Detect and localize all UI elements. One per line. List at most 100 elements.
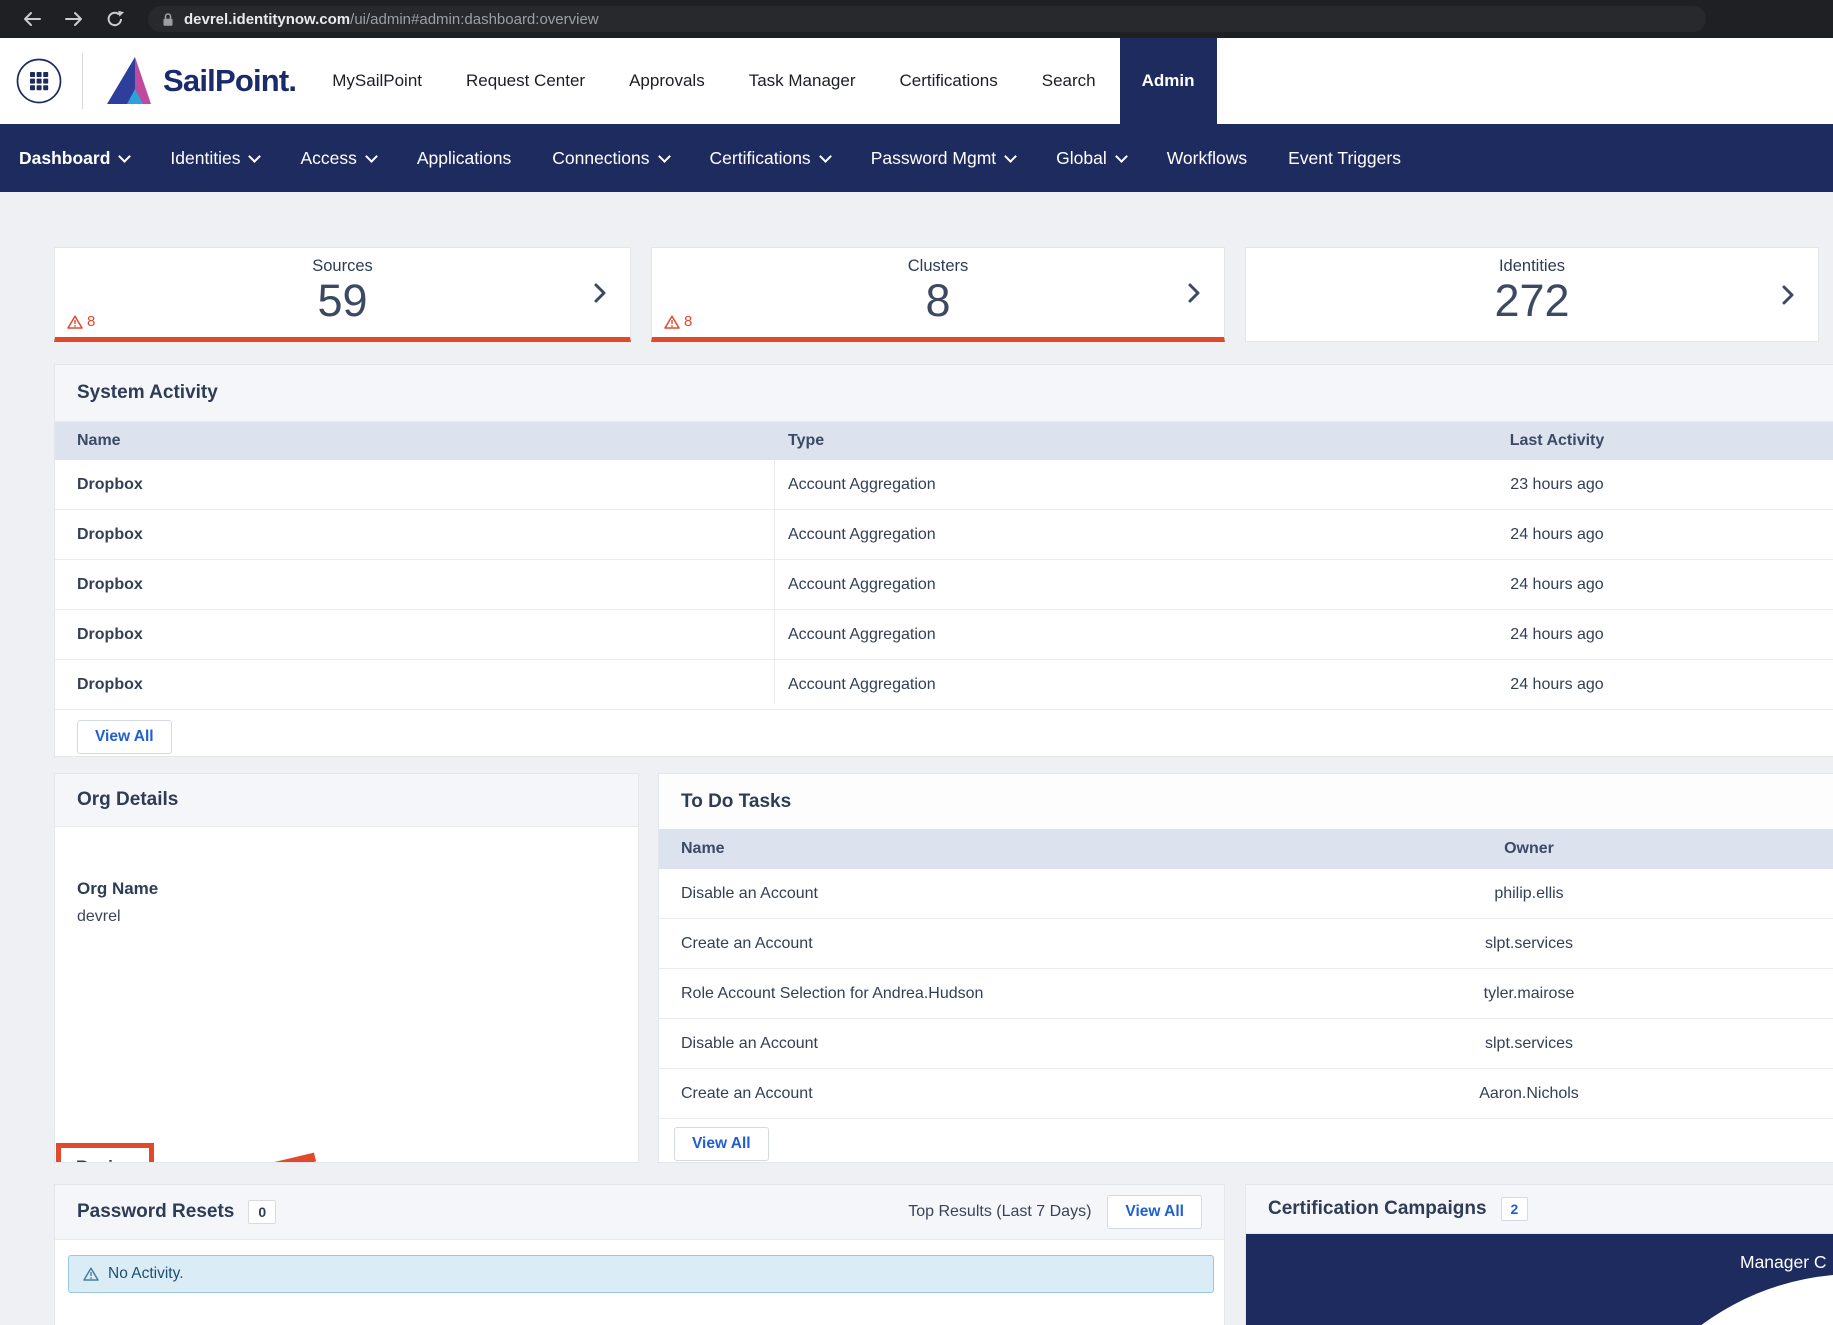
campaign-name-label: Manager C (1740, 1252, 1827, 1273)
alert-triangle-icon (83, 1267, 99, 1281)
browser-reload-button[interactable] (106, 10, 124, 28)
top-nav-item-task-manager[interactable]: Task Manager (749, 71, 856, 91)
stat-card-sources[interactable]: Sources 59 8 (54, 247, 631, 342)
task-owner: philip.ellis (1359, 885, 1699, 903)
back-arrow-icon (22, 11, 42, 27)
subnav-password-mgmt-label: Password Mgmt (871, 148, 996, 169)
todo-tasks-table-header: Name Owner (659, 829, 1833, 869)
warning-triangle-icon (67, 315, 83, 329)
activity-name: Dropbox (77, 526, 143, 544)
browser-forward-button[interactable] (64, 11, 84, 27)
chevron-down-icon (1004, 150, 1017, 163)
certification-campaigns-panel: Certification Campaigns 2 Manager C (1245, 1184, 1833, 1325)
subnav-global-label: Global (1056, 148, 1107, 169)
admin-sub-nav: Dashboard Identities Access Applications… (0, 124, 1833, 192)
screen: devrel.identitynow.com/ui/admin#admin:da… (0, 0, 1833, 1325)
subnav-workflows[interactable]: Workflows (1167, 148, 1247, 169)
task-owner: slpt.services (1359, 1035, 1699, 1053)
subnav-connections[interactable]: Connections (552, 148, 668, 169)
chevron-right-icon (594, 283, 606, 303)
table-row[interactable]: Create an Account slpt.services (659, 919, 1833, 969)
table-row[interactable]: Dropbox Account Aggregation 24 hours ago (55, 510, 1833, 560)
subnav-password-mgmt[interactable]: Password Mgmt (871, 148, 1015, 169)
activity-type: Account Aggregation (788, 676, 936, 694)
table-row[interactable]: Dropbox Account Aggregation 24 hours ago (55, 660, 1833, 710)
browser-back-button[interactable] (22, 11, 42, 27)
task-owner: Aaron.Nichols (1359, 1085, 1699, 1103)
warning-count: 8 (87, 313, 95, 330)
subnav-dashboard[interactable]: Dashboard (19, 148, 129, 169)
certification-campaigns-header: Certification Campaigns 2 (1246, 1185, 1833, 1234)
app-launcher-icon[interactable] (16, 58, 62, 104)
system-activity-footer: View All (55, 710, 1833, 757)
task-owner: slpt.services (1359, 935, 1699, 953)
todo-tasks-view-all-button[interactable]: View All (674, 1127, 769, 1161)
subnav-identities[interactable]: Identities (170, 148, 259, 169)
table-row[interactable]: Disable an Account slpt.services (659, 1019, 1833, 1069)
no-activity-text: No Activity. (108, 1265, 184, 1283)
subnav-workflows-label: Workflows (1167, 148, 1247, 169)
nav-divider (82, 53, 83, 109)
region-highlight-box: Region us-east-1 (56, 1143, 154, 1163)
browser-bar: devrel.identitynow.com/ui/admin#admin:da… (0, 0, 1833, 38)
stat-card-identities[interactable]: Identities 272 (1245, 247, 1819, 342)
table-row[interactable]: Create an Account Aaron.Nichols (659, 1069, 1833, 1119)
subnav-global[interactable]: Global (1056, 148, 1126, 169)
table-row[interactable]: Dropbox Account Aggregation 23 hours ago (55, 460, 1833, 510)
password-resets-header: Password Resets 0 Top Results (Last 7 Da… (55, 1185, 1224, 1240)
column-divider (774, 459, 775, 704)
sailpoint-logo[interactable]: SailPoint. (103, 56, 296, 106)
activity-last: 24 hours ago (1397, 676, 1717, 694)
activity-last: 24 hours ago (1397, 626, 1717, 644)
chevron-down-icon (819, 150, 832, 163)
top-nav-item-search[interactable]: Search (1042, 71, 1096, 91)
subnav-connections-label: Connections (552, 148, 649, 169)
activity-last: 24 hours ago (1397, 526, 1717, 544)
stat-card-clusters[interactable]: Clusters 8 8 (651, 247, 1225, 342)
activity-name: Dropbox (77, 576, 143, 594)
todo-tasks-panel: To Do Tasks Name Owner Disable an Accoun… (658, 773, 1833, 1163)
table-row[interactable]: Role Account Selection for Andrea.Hudson… (659, 969, 1833, 1019)
password-resets-view-all-button[interactable]: View All (1107, 1195, 1202, 1229)
subnav-event-triggers[interactable]: Event Triggers (1288, 148, 1401, 169)
table-row[interactable]: Disable an Account philip.ellis (659, 869, 1833, 919)
stat-card-value: 8 (652, 278, 1224, 323)
top-nav-items: MySailPoint Request Center Approvals Tas… (332, 71, 1095, 91)
top-nav: SailPoint. MySailPoint Request Center Ap… (0, 38, 1833, 124)
stat-card-warning-badge: 8 (664, 313, 692, 330)
stat-card-title: Clusters (652, 257, 1224, 276)
chevron-down-icon (1115, 150, 1128, 163)
no-activity-alert: No Activity. (68, 1255, 1214, 1293)
todo-tasks-title: To Do Tasks (659, 774, 1833, 829)
table-row[interactable]: Dropbox Account Aggregation 24 hours ago (55, 610, 1833, 660)
password-resets-title: Password Resets (77, 1201, 234, 1223)
subnav-applications[interactable]: Applications (417, 148, 511, 169)
top-results-label: Top Results (Last 7 Days) (908, 1203, 1091, 1221)
task-name: Disable an Account (681, 885, 818, 903)
column-header-name: Name (681, 840, 725, 858)
subnav-certifications[interactable]: Certifications (710, 148, 830, 169)
activity-type: Account Aggregation (788, 476, 936, 494)
column-header-last-activity: Last Activity (1397, 432, 1717, 450)
system-activity-view-all-button[interactable]: View All (77, 720, 172, 754)
url-domain: devrel.identitynow.com (184, 11, 350, 28)
column-header-name: Name (77, 432, 121, 450)
address-bar[interactable]: devrel.identitynow.com/ui/admin#admin:da… (148, 6, 1706, 32)
region-label: Region (76, 1157, 149, 1163)
top-nav-item-certifications[interactable]: Certifications (899, 71, 997, 91)
subnav-access[interactable]: Access (300, 148, 375, 169)
table-row[interactable]: Dropbox Account Aggregation 24 hours ago (55, 560, 1833, 610)
top-nav-item-mysailpoint[interactable]: MySailPoint (332, 71, 422, 91)
activity-last: 23 hours ago (1397, 476, 1717, 494)
top-nav-item-admin-active[interactable]: Admin (1120, 38, 1217, 124)
org-details-panel: Org Details Org Name devrel Region us-ea… (54, 773, 639, 1163)
system-activity-panel: System Activity Name Type Last Activity … (54, 364, 1833, 757)
top-nav-item-approvals[interactable]: Approvals (629, 71, 705, 91)
certification-campaigns-body: Manager C (1246, 1234, 1833, 1325)
url-path: /ui/admin#admin:dashboard:overview (350, 11, 598, 28)
subnav-event-triggers-label: Event Triggers (1288, 148, 1401, 169)
chevron-down-icon (119, 150, 132, 163)
campaign-chart-circle (1596, 1274, 1833, 1325)
top-nav-item-request-center[interactable]: Request Center (466, 71, 585, 91)
warning-count: 8 (684, 313, 692, 330)
